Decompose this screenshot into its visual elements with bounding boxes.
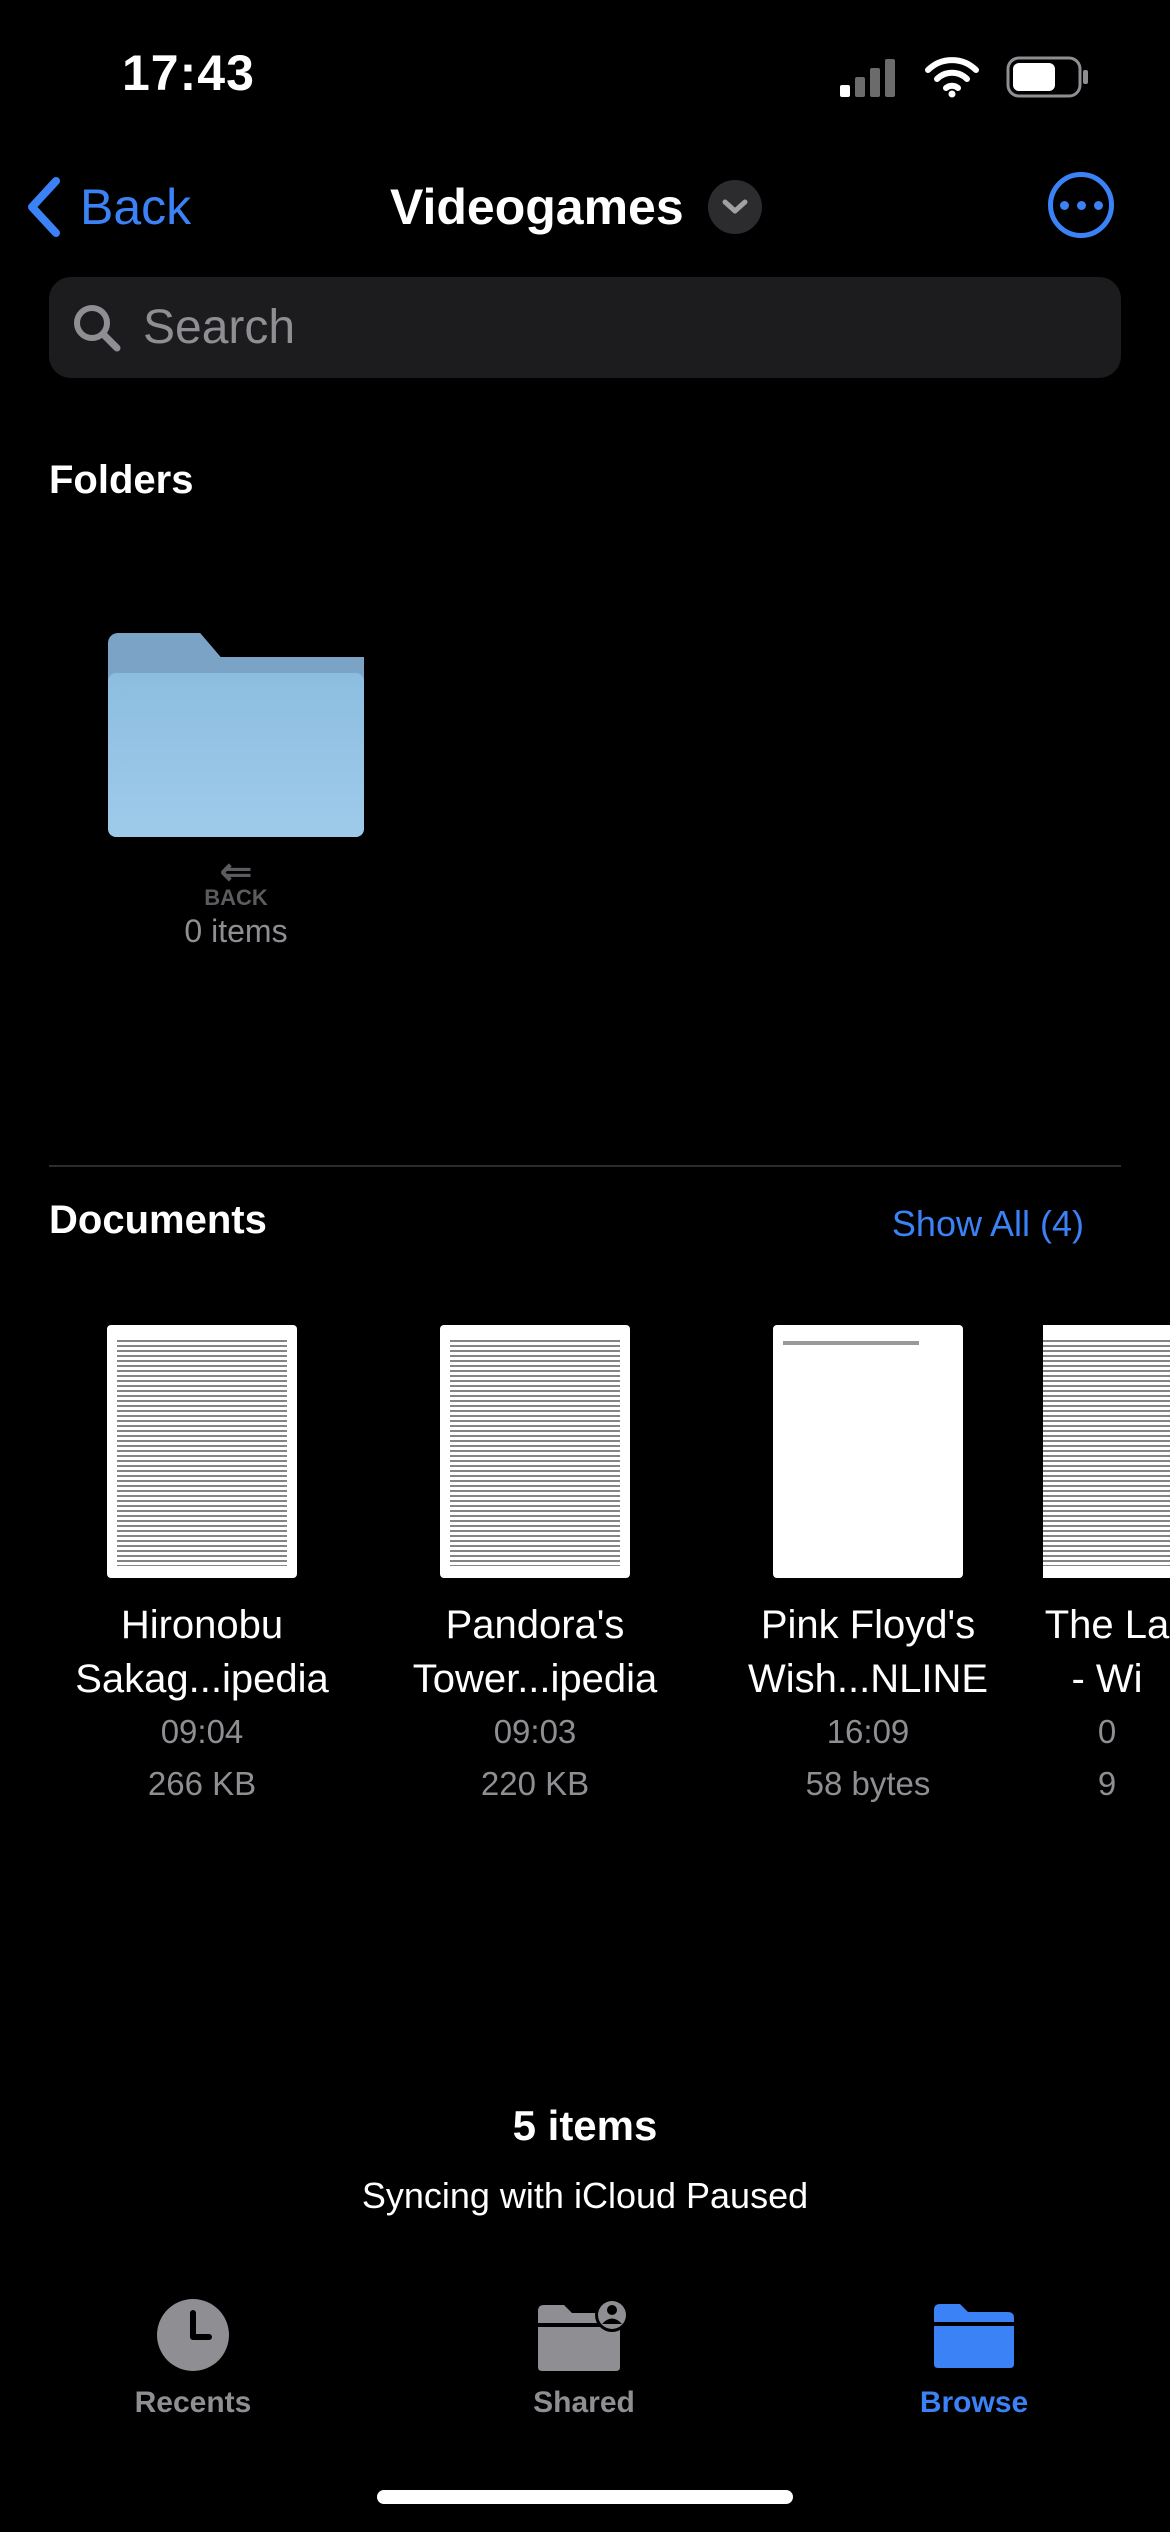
- document-thumbnail: [440, 1325, 630, 1578]
- document-name: Pink Floyd's Wish...NLINE: [708, 1598, 1028, 1706]
- folder-title-menu[interactable]: Videogames: [390, 172, 762, 242]
- document-size: 9: [1097, 1765, 1117, 1802]
- sync-status: Syncing with iCloud Paused: [361, 2175, 809, 2216]
- more-options-button[interactable]: [1048, 172, 1114, 238]
- page-title: Videogames: [390, 179, 684, 235]
- folder-body: [108, 673, 364, 837]
- wifi-icon: [925, 57, 979, 98]
- status-time: 17:43: [122, 45, 255, 101]
- document-item[interactable]: The La - Wi 0 9: [1043, 1325, 1170, 1810]
- tab-recents-label: Recents: [134, 2386, 252, 2419]
- document-name: Pandora's Tower...ipedia: [375, 1598, 695, 1706]
- thumbnail-text: [117, 1337, 287, 1566]
- document-size: 58 bytes: [805, 1765, 931, 1802]
- document-name-line1: Pandora's: [445, 1603, 625, 1647]
- document-name-line2: Wish...NLINE: [747, 1657, 989, 1701]
- folder-icon: [108, 633, 364, 837]
- clock-icon: [43, 2290, 343, 2380]
- document-time: 0: [1097, 1713, 1117, 1750]
- back-arrow-icon: ⇐: [219, 850, 253, 894]
- thumbnail-text: [1043, 1337, 1170, 1566]
- show-all-documents-link[interactable]: Show All (4): [892, 1203, 1084, 1245]
- document-name-line2: - Wi: [1071, 1657, 1143, 1701]
- battery-icon: [1006, 56, 1088, 98]
- section-divider: [49, 1165, 1121, 1167]
- document-item[interactable]: Hironobu Sakag...ipedia 09:04 266 KB: [42, 1325, 362, 1810]
- home-indicator[interactable]: [377, 2490, 793, 2504]
- document-time: 16:09: [826, 1713, 910, 1750]
- document-item[interactable]: Pandora's Tower...ipedia 09:03 220 KB: [375, 1325, 695, 1810]
- folder-item[interactable]: ⇐ BACK 0 items: [108, 633, 364, 950]
- document-name-line1: Pink Floyd's: [760, 1603, 976, 1647]
- cellular-signal-icon: [840, 59, 895, 97]
- folder-name-text: BACK: [204, 885, 268, 910]
- ellipsis-dot: [1093, 200, 1103, 210]
- shared-folder-icon: [434, 2290, 734, 2380]
- ellipsis-dot: [1076, 200, 1086, 210]
- search-icon: [74, 304, 121, 351]
- document-name-line1: The La: [1044, 1603, 1170, 1647]
- thumbnail-text: [783, 1341, 919, 1345]
- chevron-down-icon: [707, 180, 762, 234]
- ellipsis-icon: [1059, 200, 1069, 210]
- document-name-line2: Tower...ipedia: [412, 1657, 658, 1701]
- search-input[interactable]: [141, 299, 1045, 356]
- thumbnail-text: [450, 1337, 620, 1566]
- document-thumbnail: [773, 1325, 963, 1578]
- back-label: Back: [80, 179, 192, 235]
- tab-browse[interactable]: Browse: [824, 2290, 1124, 2420]
- document-name-line2: Sakag...ipedia: [75, 1657, 329, 1701]
- back-button[interactable]: Back: [26, 170, 191, 244]
- document-item[interactable]: Pink Floyd's Wish...NLINE 16:09 58 bytes: [708, 1325, 1028, 1810]
- folders-heading: Folders: [49, 458, 194, 502]
- folder-fill-icon: [824, 2290, 1124, 2380]
- tab-shared-label: Shared: [533, 2386, 635, 2419]
- search-bar[interactable]: [49, 277, 1121, 378]
- folder-name-label: ⇐ BACK: [108, 850, 364, 910]
- items-count: 5 items: [512, 2102, 658, 2149]
- tab-browse-label: Browse: [919, 2386, 1029, 2419]
- tab-bar: Recents Shared Browse: [0, 2290, 1170, 2450]
- document-thumbnail: [107, 1325, 297, 1578]
- document-thumbnail: [1043, 1325, 1170, 1578]
- document-name-line1: Hironobu: [120, 1603, 284, 1647]
- document-item-inner: The La - Wi 0 9: [1043, 1325, 1170, 1810]
- document-time: 09:04: [160, 1713, 244, 1750]
- folder-item-count: 0 items: [184, 913, 288, 949]
- document-time: 09:03: [493, 1713, 577, 1750]
- document-size: 266 KB: [147, 1765, 257, 1802]
- tab-shared[interactable]: Shared: [434, 2290, 734, 2420]
- status-icons: [838, 52, 1090, 102]
- tab-recents[interactable]: Recents: [43, 2290, 343, 2420]
- document-name: The La - Wi: [1043, 1598, 1170, 1706]
- files-browse-screen: 17:43 Back Videogames Search Folders ⇐ B…: [0, 0, 1170, 2532]
- chevron-left-icon: [28, 177, 60, 237]
- document-size: 220 KB: [480, 1765, 590, 1802]
- document-name: Hironobu Sakag...ipedia: [42, 1598, 362, 1706]
- documents-heading: Documents: [49, 1198, 267, 1242]
